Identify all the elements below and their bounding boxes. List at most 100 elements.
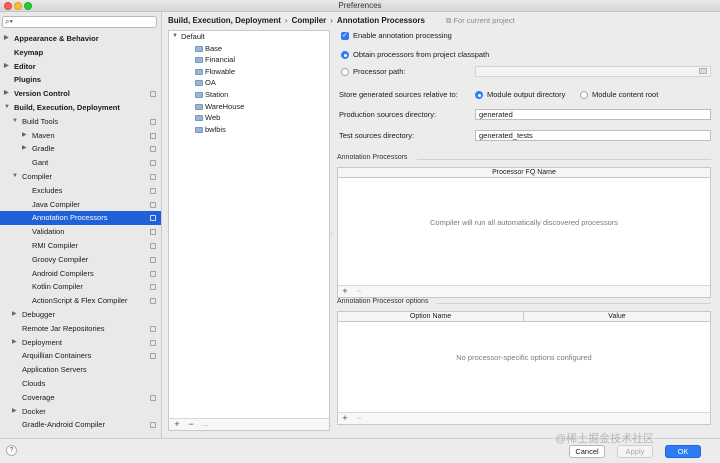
help-button[interactable]: ? — [6, 445, 17, 456]
module-content-option[interactable]: Module content root — [580, 90, 658, 99]
sidebar-item-label: Application Servers — [22, 365, 87, 375]
obtain-classpath-row[interactable]: Obtain processors from project classpath — [339, 50, 489, 59]
module-content-label: Module content root — [592, 90, 659, 99]
profiles-list: ▼ Default Base Financial Flowable OA Station… — [169, 31, 329, 135]
ok-button[interactable]: OK — [665, 445, 701, 458]
value-column-header[interactable]: Value — [524, 312, 710, 322]
processor-path-field[interactable] — [475, 66, 711, 77]
profile-item[interactable]: OA — [169, 77, 329, 89]
sidebar-item-actionscript-flex-compiler[interactable]: ActionScript & Flex Compiler — [0, 294, 161, 308]
cancel-button[interactable]: Cancel — [569, 445, 605, 458]
sidebar-item-excludes[interactable]: Excludes — [0, 184, 161, 198]
sidebar-item-groovy-compiler[interactable]: Groovy Compiler — [0, 253, 161, 267]
sidebar-item-annotation-processors[interactable]: Annotation Processors — [0, 211, 161, 226]
add-option-button[interactable]: + — [340, 413, 350, 424]
sidebar-item-label: Android Compilers — [32, 268, 94, 278]
sidebar-item-label: Docker — [22, 406, 46, 416]
sidebar-item-kotlin-compiler[interactable]: Kotlin Compiler — [0, 280, 161, 294]
sidebar-item-build-execution-deployment[interactable]: ▼ Build, Execution, Deployment — [0, 101, 161, 115]
sidebar-item-gradle-android-compiler[interactable]: Gradle-Android Compiler — [0, 418, 161, 432]
sidebar-item-remote-jar-repositories[interactable]: Remote Jar Repositories — [0, 322, 161, 336]
chevron-right-icon[interactable]: ▶ — [12, 336, 17, 350]
module-content-radio[interactable] — [580, 91, 588, 99]
test-dir-input[interactable]: generated_tests — [475, 130, 711, 141]
sidebar-item-arquillian-containers[interactable]: Arquillian Containers — [0, 349, 161, 363]
chevron-right-icon[interactable]: ▶ — [4, 60, 9, 74]
sidebar-item-build-tools[interactable]: ▼ Build Tools — [0, 115, 161, 129]
enable-annotation-row[interactable]: ✓ Enable annotation processing — [339, 31, 452, 40]
chevron-down-icon[interactable]: ▼ — [4, 101, 10, 115]
sidebar-item-label: Remote Jar Repositories — [22, 323, 105, 333]
enable-annotation-checkbox[interactable]: ✓ — [341, 32, 349, 40]
project-scope-icon — [150, 201, 156, 208]
browse-folder-icon[interactable] — [699, 68, 707, 74]
profile-item-default[interactable]: ▼ Default — [169, 31, 329, 43]
profiles-panel: ▼ Default Base Financial Flowable OA Station… — [168, 30, 330, 431]
chevron-down-icon[interactable]: ▼ — [12, 170, 18, 184]
profile-item[interactable]: Station — [169, 89, 329, 101]
folder-icon — [195, 45, 203, 52]
profile-item[interactable]: Flowable — [169, 66, 329, 78]
profile-item[interactable]: Base — [169, 43, 329, 55]
chevron-right-icon[interactable]: ▶ — [22, 129, 27, 143]
divider — [417, 159, 711, 160]
sidebar-item-debugger[interactable]: ▶ Debugger — [0, 308, 161, 322]
sidebar-item-compiler[interactable]: ▼ Compiler — [0, 170, 161, 184]
folder-icon — [195, 57, 203, 64]
chevron-right-icon[interactable]: ▶ — [12, 405, 17, 419]
main-panel: Build, Execution, Deployment › Compiler › An… — [163, 12, 720, 438]
processors-toolbar: + − — [338, 285, 710, 297]
remove-processor-button[interactable]: − — [354, 286, 364, 297]
processor-path-row[interactable]: Processor path: — [339, 67, 406, 76]
obtain-classpath-radio[interactable] — [341, 51, 349, 59]
sidebar-item-application-servers[interactable]: Application Servers — [0, 363, 161, 377]
settings-sidebar: ⌕▾ ▶ Appearance & Behavior Keymap ▶ Editor Pl… — [0, 12, 162, 438]
move-profile-button[interactable]: → — [200, 419, 210, 430]
sidebar-item-java-compiler[interactable]: Java Compiler — [0, 198, 161, 212]
sidebar-item-keymap[interactable]: Keymap — [0, 46, 161, 60]
sidebar-item-deployment[interactable]: ▶ Deployment — [0, 336, 161, 350]
profile-item[interactable]: bwlbis — [169, 124, 329, 136]
sidebar-item-plugins[interactable]: Plugins — [0, 73, 161, 87]
module-output-option[interactable]: Module output directory — [475, 90, 565, 99]
sidebar-item-validation[interactable]: Validation — [0, 225, 161, 239]
add-processor-button[interactable]: + — [340, 286, 350, 297]
remove-option-button[interactable]: − — [354, 413, 364, 424]
chevron-down-icon[interactable]: ▼ — [12, 115, 18, 129]
profile-item[interactable]: WareHouse — [169, 101, 329, 113]
production-dir-input[interactable]: generated — [475, 109, 711, 120]
search-input[interactable] — [19, 17, 154, 27]
sidebar-item-coverage[interactable]: Coverage — [0, 391, 161, 405]
apply-button[interactable]: Apply — [617, 445, 653, 458]
remove-profile-button[interactable]: − — [186, 419, 196, 430]
sidebar-item-gradle[interactable]: ▶ Gradle — [0, 142, 161, 156]
option-name-column-header[interactable]: Option Name — [338, 312, 524, 322]
sidebar-item-label: Build, Execution, Deployment — [14, 102, 120, 112]
sidebar-item-label: Compiler — [22, 171, 53, 181]
sidebar-item-label: Java Compiler — [32, 199, 80, 209]
sidebar-item-rmi-compiler[interactable]: RMI Compiler — [0, 239, 161, 253]
add-profile-button[interactable]: + — [172, 419, 182, 430]
sidebar-item-maven[interactable]: ▶ Maven — [0, 129, 161, 143]
splitter-handle[interactable]: ⁞ — [331, 232, 334, 242]
processor-path-radio[interactable] — [341, 68, 349, 76]
chevron-right-icon[interactable]: ▶ — [12, 308, 17, 322]
sidebar-item-version-control[interactable]: ▶ Version Control — [0, 87, 161, 101]
sidebar-item-appearance-behavior[interactable]: ▶ Appearance & Behavior — [0, 32, 161, 46]
breadcrumb-separator: › — [284, 16, 288, 25]
module-output-radio[interactable] — [475, 91, 483, 99]
sidebar-item-docker[interactable]: ▶ Docker — [0, 405, 161, 419]
profile-label: Default — [181, 32, 205, 41]
profile-item[interactable]: Web — [169, 112, 329, 124]
chevron-down-icon[interactable]: ▼ — [172, 31, 178, 43]
chevron-right-icon[interactable]: ▶ — [22, 142, 27, 156]
processor-name-column-header[interactable]: Processor FQ Name — [338, 168, 710, 178]
sidebar-item-clouds[interactable]: Clouds — [0, 377, 161, 391]
chevron-right-icon[interactable]: ▶ — [4, 32, 9, 46]
sidebar-item-editor[interactable]: ▶ Editor — [0, 60, 161, 74]
profile-item[interactable]: Financial — [169, 54, 329, 66]
chevron-right-icon[interactable]: ▶ — [4, 87, 9, 101]
sidebar-item-gant[interactable]: Gant — [0, 156, 161, 170]
search-box[interactable]: ⌕▾ — [2, 16, 157, 28]
sidebar-item-android-compilers[interactable]: Android Compilers — [0, 267, 161, 281]
